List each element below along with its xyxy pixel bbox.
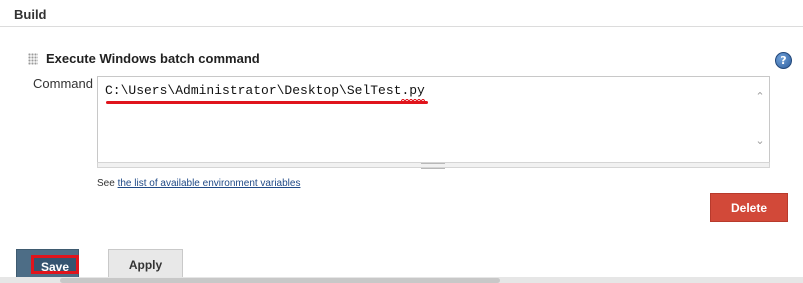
apply-button[interactable]: Apply <box>108 249 183 280</box>
command-textarea[interactable]: C:\Users\Administrator\Desktop\SelTest.p… <box>97 76 770 163</box>
drag-handle[interactable] <box>28 53 38 65</box>
delete-button[interactable]: Delete <box>710 193 788 222</box>
section-title: Build <box>14 7 47 22</box>
build-step-title: Execute Windows batch command <box>46 51 260 66</box>
textarea-scrollbar[interactable]: ⌃ ⌄ <box>751 77 769 162</box>
env-note-prefix: See <box>97 178 118 189</box>
section-divider <box>0 26 803 27</box>
command-text: C:\Users\Administrator\Desktop\SelTest.p… <box>105 83 425 98</box>
resize-grip-icon[interactable] <box>421 163 445 169</box>
command-label: Command <box>33 76 93 91</box>
scroll-down-icon[interactable]: ⌄ <box>754 135 766 147</box>
scroll-up-icon[interactable]: ⌃ <box>754 91 766 103</box>
save-button[interactable]: Save <box>16 249 79 279</box>
annotation-underline <box>106 101 428 104</box>
horizontal-scroll-thumb[interactable] <box>60 278 500 283</box>
build-config-page: Build Execute Windows batch command ? Co… <box>0 0 803 283</box>
env-variables-note: See the list of available environment va… <box>97 178 300 189</box>
save-button-label: Save <box>31 255 79 274</box>
env-variables-link[interactable]: the list of available environment variab… <box>118 178 301 189</box>
help-icon[interactable]: ? <box>775 52 792 69</box>
